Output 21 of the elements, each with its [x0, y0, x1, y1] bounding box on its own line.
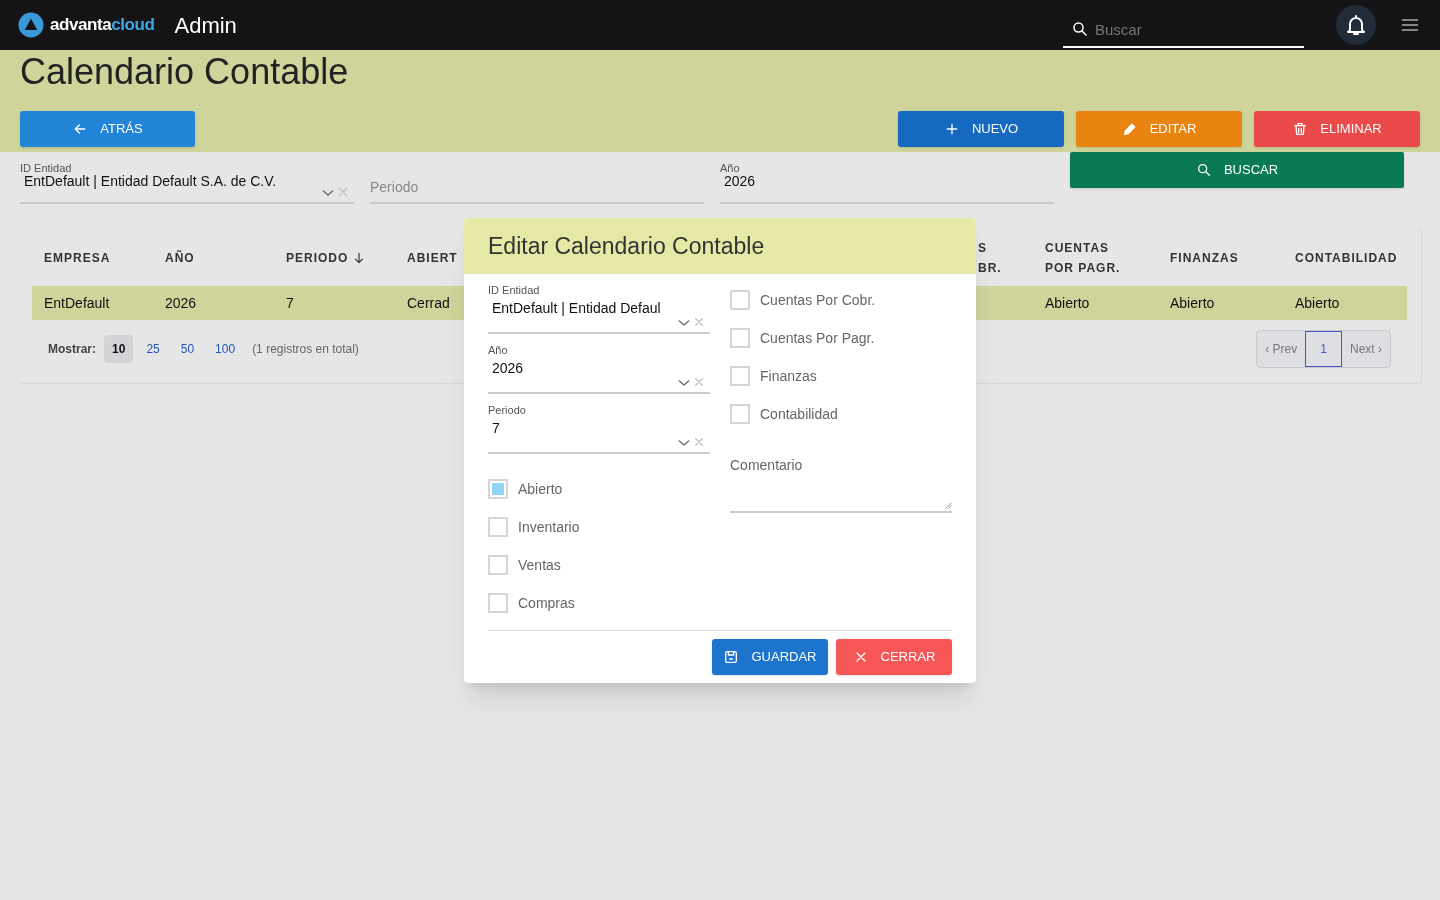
checkbox-label: Finanzas: [760, 366, 817, 386]
checkbox-label: Compras: [518, 593, 575, 613]
dialog-title: Editar Calendario Contable: [488, 231, 765, 261]
table-cell-text: Abierto: [1045, 293, 1090, 313]
page-title: Calendario Contable: [20, 52, 350, 92]
total-count: (1 registros en total): [252, 341, 359, 358]
logo-text: advantacloud: [50, 14, 155, 37]
checkbox-label: Cuentas Por Cobr.: [760, 290, 876, 310]
table-cell-text: Cerrad: [407, 293, 450, 313]
table-cell-text: EntDefault: [44, 293, 110, 313]
checkbox-label: Abierto: [518, 479, 563, 499]
table-cell-text: 2026: [165, 293, 197, 313]
table-cell-text: Abierto: [1170, 293, 1215, 313]
show-label: Mostrar:: [48, 341, 96, 358]
app-title: Admin: [174, 11, 237, 40]
checkbox-label: Ventas: [518, 555, 561, 575]
checkbox-label: Cuentas Por Pagr.: [760, 328, 875, 348]
table-cell-text: 7: [286, 293, 294, 313]
table-cell-text: Abierto: [1295, 293, 1340, 313]
checkbox-label: Contabilidad: [760, 404, 838, 424]
checkbox-label: Inventario: [518, 517, 580, 537]
